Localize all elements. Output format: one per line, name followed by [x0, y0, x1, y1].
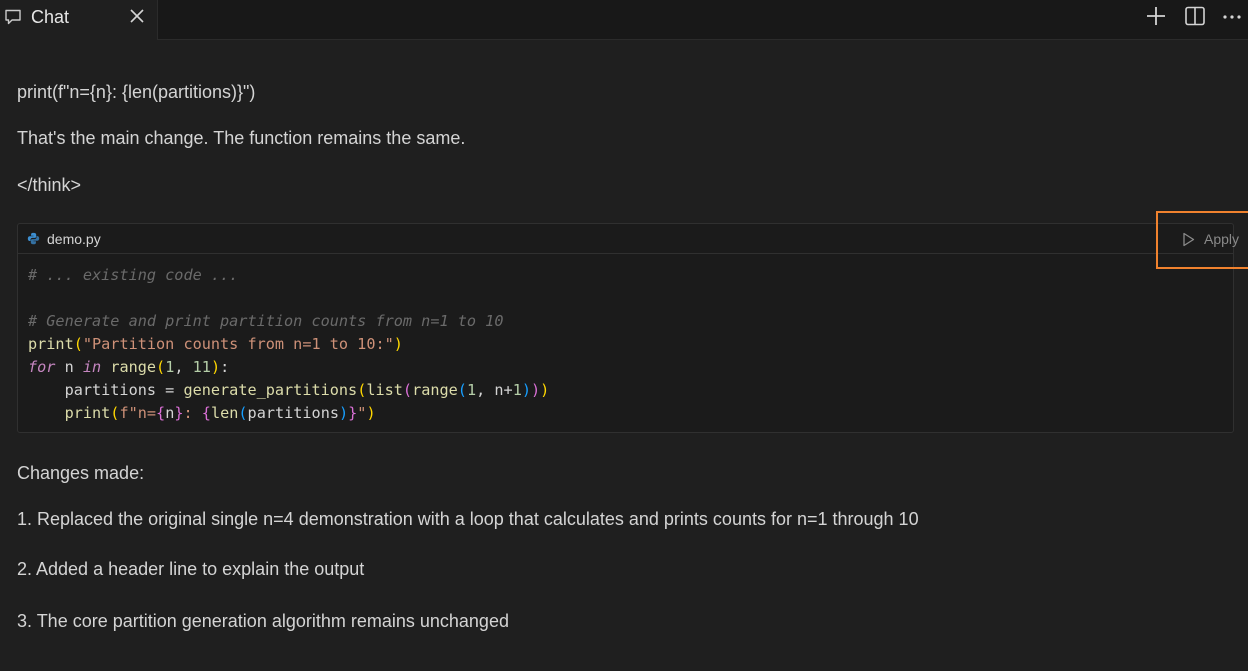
code-token: ): [393, 335, 403, 353]
play-icon: [1183, 232, 1195, 247]
change-item: 2. Added a header line to explain the ou…: [17, 559, 365, 579]
code-token: partitions: [247, 404, 339, 422]
chat-icon: [5, 9, 21, 25]
code-token: , n+: [476, 381, 513, 399]
code-line: print(f"n={n}: {len(partitions)}"): [28, 402, 549, 425]
change-item: 1. Replaced the original single n=4 demo…: [17, 509, 919, 529]
code-token: (: [457, 381, 467, 399]
code-token: n: [165, 404, 175, 422]
code-token: range: [412, 381, 458, 399]
code-token: in: [82, 358, 102, 376]
code-token: n: [55, 358, 83, 376]
code-token: ): [210, 358, 221, 376]
code-token: 1: [512, 381, 522, 399]
code-token: (: [73, 335, 83, 353]
code-block-header: demo.py Apply: [18, 211, 1248, 269]
more-icon[interactable]: [1221, 5, 1243, 27]
code-line: print("Partition counts from n=1 to 10:"…: [28, 333, 549, 356]
code-token: print: [28, 335, 74, 353]
python-file-icon: [27, 232, 40, 245]
apply-button[interactable]: Apply: [1156, 211, 1248, 269]
message-line: That's the main change. The function rem…: [17, 128, 466, 148]
code-line: for n in range(1, 11):: [28, 356, 549, 379]
code-token: (: [156, 358, 166, 376]
code-token: }: [348, 404, 358, 422]
code-content: # ... existing code ... # Generate and p…: [28, 264, 549, 425]
code-block: demo.py Apply # ... existing code ... # …: [17, 211, 1248, 433]
changes-heading: Changes made:: [17, 463, 145, 483]
code-line: partitions = generate_partitions(list(ra…: [28, 379, 550, 402]
code-token: ): [338, 404, 349, 422]
code-token: (: [402, 381, 413, 399]
code-token: range: [110, 358, 157, 376]
message-line: print(f"n={n}: {len(partitions)}"): [17, 82, 256, 102]
close-icon[interactable]: [128, 7, 146, 25]
tab-label: Chat: [31, 7, 70, 27]
plus-icon[interactable]: [1145, 5, 1167, 27]
split-editor-icon[interactable]: [1184, 5, 1206, 27]
code-token: ): [531, 381, 541, 399]
code-token: 11: [192, 358, 211, 376]
code-token: ): [540, 381, 550, 399]
code-token: {: [201, 404, 211, 422]
code-token: {: [156, 404, 166, 422]
code-token: :: [183, 404, 202, 422]
code-token: partitions =: [28, 381, 184, 399]
code-token: # Generate and print partition counts fr…: [28, 312, 504, 330]
code-token: ): [521, 381, 531, 399]
code-token: generate_partitions: [183, 381, 358, 399]
code-token: len: [210, 404, 239, 422]
tab-bar: Chat: [0, 0, 1248, 40]
code-token: 1: [466, 381, 477, 399]
code-token: for: [28, 358, 56, 376]
change-item: 3. The core partition generation algorit…: [17, 611, 509, 631]
code-line: # ... existing code ...: [28, 264, 549, 287]
code-token: ,: [174, 358, 193, 376]
code-token: :: [220, 358, 230, 376]
code-token: (: [357, 381, 367, 399]
code-token: f"n=: [119, 404, 157, 422]
code-token: # ... existing code ...: [28, 266, 239, 284]
code-token: }: [174, 404, 184, 422]
code-token: list: [366, 381, 403, 399]
apply-label: Apply: [1204, 231, 1240, 247]
code-token: print: [64, 404, 111, 422]
code-token: 1: [165, 358, 175, 376]
message-line: </think>: [17, 175, 82, 195]
code-line: # Generate and print partition counts fr…: [28, 310, 549, 333]
chat-panel: Chat print(f"n={n}: {len(partitions)}") …: [0, 0, 1248, 671]
tab-chat[interactable]: Chat: [0, 0, 158, 40]
code-token: ): [366, 404, 376, 422]
code-filename: demo.py: [47, 231, 101, 247]
code-token: "Partition counts from n=1 to 10:": [82, 335, 394, 353]
code-token: (: [238, 404, 248, 422]
